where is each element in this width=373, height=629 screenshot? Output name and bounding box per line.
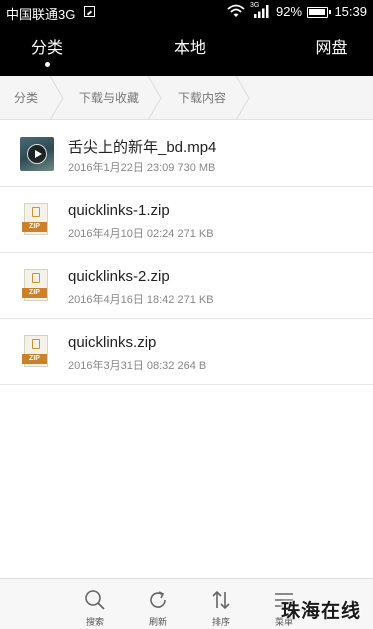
breadcrumb-item-downloaded-content[interactable]: 下载内容 <box>178 76 226 120</box>
battery-percentage: 92% <box>276 4 303 19</box>
status-bar: 中国联通3G 3G 92% 15:39 <box>0 0 373 24</box>
carrier-label: 中国联通3G <box>6 7 76 22</box>
sort-label: 排序 <box>211 617 230 627</box>
breadcrumb-item-downloads-favorites[interactable]: 下载与收藏 <box>79 76 139 120</box>
sort-icon <box>212 590 230 610</box>
clock: 15:39 <box>334 4 367 19</box>
sort-button[interactable]: 排序 <box>196 579 246 629</box>
tab-label: 分类 <box>30 40 63 57</box>
battery-icon <box>307 7 331 18</box>
video-thumbnail-icon <box>20 137 54 171</box>
refresh-label: 刷新 <box>148 617 167 627</box>
file-row[interactable]: ZIP quicklinks-2.zip 2016年4月16日 18:42 27… <box>0 253 373 319</box>
breadcrumb: 分类 下载与收藏 下载内容 <box>0 76 373 120</box>
tab-cloud-drive[interactable]: 网盘 <box>290 24 373 76</box>
tab-local[interactable]: 本地 <box>140 24 240 76</box>
zip-file-icon: ZIP <box>20 203 54 237</box>
file-name: quicklinks-1.zip <box>68 202 170 219</box>
tab-category[interactable]: 分类 <box>0 24 94 76</box>
wifi-icon <box>227 4 245 17</box>
refresh-button[interactable]: 刷新 <box>133 579 183 629</box>
file-name: quicklinks-2.zip <box>68 268 170 285</box>
breadcrumb-chevron-icon <box>235 76 250 120</box>
breadcrumb-chevron-icon <box>147 76 162 120</box>
zip-file-icon: ZIP <box>20 335 54 369</box>
file-name: quicklinks.zip <box>68 334 157 351</box>
zip-badge: ZIP <box>22 288 47 298</box>
file-row[interactable]: ZIP quicklinks.zip 2016年3月31日 08:32 264 … <box>0 319 373 385</box>
top-tab-bar: 分类 本地 网盘 <box>0 24 373 76</box>
refresh-icon <box>150 591 166 608</box>
active-tab-indicator <box>45 62 50 67</box>
tab-label: 本地 <box>173 40 206 57</box>
file-row[interactable]: ZIP quicklinks-1.zip 2016年4月10日 02:24 27… <box>0 187 373 253</box>
breadcrumb-chevron-icon <box>49 76 64 120</box>
search-button[interactable]: 搜索 <box>70 579 120 629</box>
breadcrumb-item-category[interactable]: 分类 <box>14 76 38 120</box>
file-row[interactable]: 舌尖上的新年_bd.mp4 2016年1月22日 23:09 730 MB <box>0 121 373 187</box>
signal-strength-icon <box>254 5 269 18</box>
tab-label: 网盘 <box>315 40 348 57</box>
search-icon <box>85 590 105 610</box>
zip-badge: ZIP <box>22 354 47 364</box>
file-meta: 2016年3月31日 08:32 264 B <box>68 360 207 372</box>
file-list: 舌尖上的新年_bd.mp4 2016年1月22日 23:09 730 MB ZI… <box>0 121 373 385</box>
file-meta: 2016年1月22日 23:09 730 MB <box>68 162 216 174</box>
zip-badge: ZIP <box>22 222 47 232</box>
play-icon <box>27 144 47 164</box>
file-name: 舌尖上的新年_bd.mp4 <box>68 139 217 156</box>
watermark: 珠海在线 <box>281 601 362 622</box>
screenshot-notification-icon <box>84 6 95 17</box>
search-label: 搜索 <box>85 617 104 627</box>
zip-file-icon: ZIP <box>20 269 54 303</box>
file-meta: 2016年4月10日 02:24 271 KB <box>68 228 214 240</box>
file-meta: 2016年4月16日 18:42 271 KB <box>68 294 214 306</box>
